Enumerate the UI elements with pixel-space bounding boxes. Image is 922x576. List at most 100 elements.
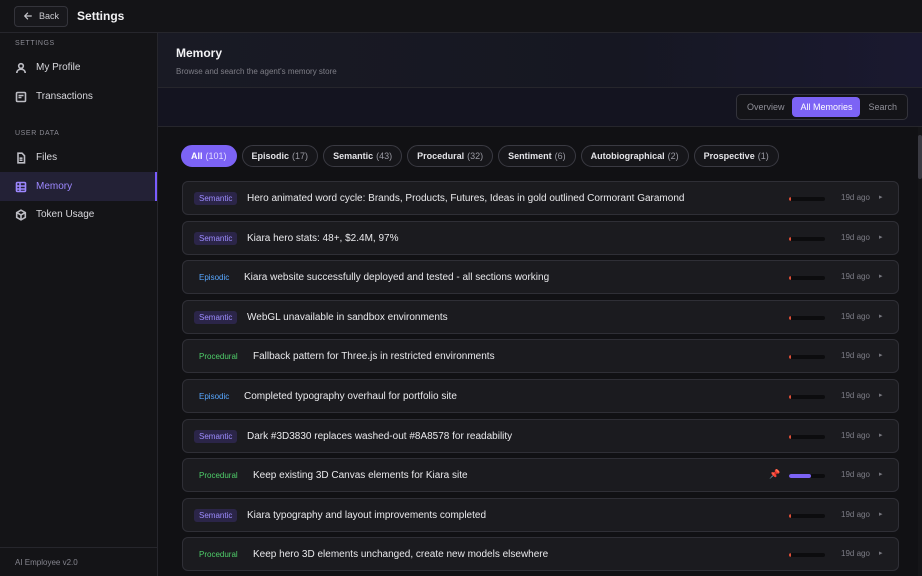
memory-type-badge: Procedural	[199, 352, 238, 361]
memory-age: 19d ago	[841, 351, 870, 360]
arrow-left-icon	[24, 12, 32, 20]
chip-count: (17)	[292, 151, 309, 161]
chevron-right-icon[interactable]: ▸	[879, 233, 883, 241]
sidebar-item-my-profile[interactable]: My Profile	[0, 53, 157, 82]
memory-age: 19d ago	[841, 193, 870, 202]
settings-title: Settings	[77, 9, 125, 23]
importance-bar	[789, 276, 825, 280]
importance-bar-fill	[789, 355, 791, 359]
memory-age: 19d ago	[841, 233, 870, 242]
memory-age: 19d ago	[841, 272, 870, 281]
memory-row[interactable]: Episodic Kiara website successfully deplo…	[182, 260, 899, 294]
chevron-right-icon[interactable]: ▸	[879, 470, 883, 478]
memory-row[interactable]: Procedural Fallback pattern for Three.js …	[182, 339, 899, 373]
memory-type-badge: Semantic	[194, 430, 238, 443]
sidebar-item-files[interactable]: Files	[0, 143, 157, 172]
memory-age: 19d ago	[841, 549, 870, 558]
importance-bar-fill	[789, 474, 811, 478]
memory-row[interactable]: Episodic Completed typography overhaul fo…	[182, 379, 899, 413]
memory-row[interactable]: Procedural Keep hero 3D elements unchange…	[182, 537, 899, 571]
tab-overview[interactable]: Overview	[739, 97, 793, 117]
importance-bar-fill	[789, 395, 791, 399]
chevron-right-icon[interactable]: ▸	[879, 193, 883, 201]
importance-bar	[789, 474, 825, 478]
view-tabs: Overview All Memories Search	[735, 94, 908, 120]
chip-count: (2)	[667, 151, 679, 161]
chip-label: Semantic	[333, 151, 374, 161]
memory-text: Hero animated word cycle: Brands, Produc…	[247, 193, 685, 204]
importance-bar-fill	[789, 553, 791, 557]
chevron-right-icon[interactable]: ▸	[879, 272, 883, 280]
memory-age: 19d ago	[841, 312, 870, 321]
pin-icon[interactable]: 📌	[769, 469, 780, 480]
sidebar-item-label: Files	[36, 152, 58, 163]
memory-type-badge: Semantic	[194, 509, 238, 522]
memory-row[interactable]: Procedural Keep existing 3D Canvas elemen…	[182, 458, 899, 492]
memory-content: All (101) Episodic (17) Semantic (43) Proce…	[158, 127, 922, 576]
memory-row[interactable]: Semantic Dark #3D3830 replaces washed-out…	[182, 419, 899, 453]
chevron-right-icon[interactable]: ▸	[879, 510, 883, 518]
importance-bar-fill	[789, 514, 791, 518]
chevron-right-icon[interactable]: ▸	[879, 549, 883, 557]
importance-bar	[789, 355, 825, 359]
type-filters: All (101) Episodic (17) Semantic (43) Proce…	[181, 145, 779, 167]
chip-count: (43)	[376, 151, 393, 161]
filter-chip-autobiographical[interactable]: Autobiographical (2)	[580, 145, 689, 167]
chip-label: Procedural	[417, 151, 465, 161]
filter-chip-semantic[interactable]: Semantic (43)	[323, 145, 403, 167]
memory-row[interactable]: Semantic Kiara hero stats: 48+, $2.4M, 97…	[182, 221, 899, 255]
filter-chip-procedural[interactable]: Procedural (32)	[407, 145, 494, 167]
memory-text: Kiara typography and layout improvements…	[247, 510, 487, 521]
memory-text: Kiara hero stats: 48+, $2.4M, 97%	[247, 233, 399, 244]
memory-row[interactable]: Semantic WebGL unavailable in sandbox env…	[182, 300, 899, 334]
memory-age: 19d ago	[841, 431, 870, 440]
chevron-right-icon[interactable]: ▸	[879, 312, 883, 320]
sidebar-item-memory[interactable]: Memory	[0, 172, 157, 201]
memory-type-badge: Procedural	[199, 550, 238, 559]
memory-type-badge: Semantic	[194, 192, 238, 205]
scrollbar-thumb[interactable]	[918, 135, 922, 179]
top-bar: Back Settings	[0, 0, 922, 33]
memory-text: Keep existing 3D Canvas elements for Kia…	[253, 470, 468, 481]
chip-count: (6)	[554, 151, 566, 161]
chevron-right-icon[interactable]: ▸	[879, 391, 883, 399]
back-label: Back	[39, 11, 60, 21]
tab-all-memories[interactable]: All Memories	[792, 97, 861, 117]
filter-chip-prospective[interactable]: Prospective (1)	[693, 145, 779, 167]
sidebar-item-token-usage[interactable]: Token Usage	[0, 200, 157, 229]
receipt-icon	[15, 91, 27, 102]
chip-label: All	[191, 151, 203, 161]
memory-header: Memory Browse and search the agent's mem…	[158, 33, 922, 88]
importance-bar-fill	[789, 237, 791, 241]
memory-age: 19d ago	[841, 391, 870, 400]
sidebar-item-label: Token Usage	[36, 209, 95, 220]
filter-chip-all[interactable]: All (101)	[181, 145, 237, 167]
importance-bar	[789, 316, 825, 320]
chip-label: Sentiment	[508, 151, 552, 161]
memory-row[interactable]: Semantic Hero animated word cycle: Brands…	[182, 181, 899, 215]
chevron-right-icon[interactable]: ▸	[879, 431, 883, 439]
version-label: AI Employee v2.0	[0, 547, 157, 576]
sidebar-item-transactions[interactable]: Transactions	[0, 82, 157, 111]
file-icon	[17, 151, 26, 164]
memory-type-badge: Procedural	[199, 471, 238, 480]
filter-chip-sentiment[interactable]: Sentiment (6)	[498, 145, 576, 167]
cube-icon	[15, 208, 27, 221]
importance-bar	[789, 395, 825, 399]
sidebar: SETTINGS My Profile Transactions USER DA…	[0, 33, 158, 576]
section-user-data-heading: USER DATA	[15, 130, 60, 137]
importance-bar-fill	[789, 276, 791, 280]
memory-age: 19d ago	[841, 510, 870, 519]
sidebar-item-label: Memory	[36, 181, 73, 192]
importance-bar	[789, 237, 825, 241]
back-button[interactable]: Back	[14, 5, 69, 27]
chevron-right-icon[interactable]: ▸	[879, 351, 883, 359]
tab-search[interactable]: Search	[860, 97, 905, 117]
scrollbar[interactable]	[918, 127, 922, 576]
memory-type-badge: Semantic	[194, 311, 238, 324]
chip-label: Autobiographical	[590, 151, 665, 161]
filter-chip-episodic[interactable]: Episodic (17)	[241, 145, 319, 167]
importance-bar-fill	[789, 435, 791, 439]
memory-row[interactable]: Semantic Kiara typography and layout impr…	[182, 498, 899, 532]
memory-text: WebGL unavailable in sandbox environment…	[247, 312, 448, 323]
